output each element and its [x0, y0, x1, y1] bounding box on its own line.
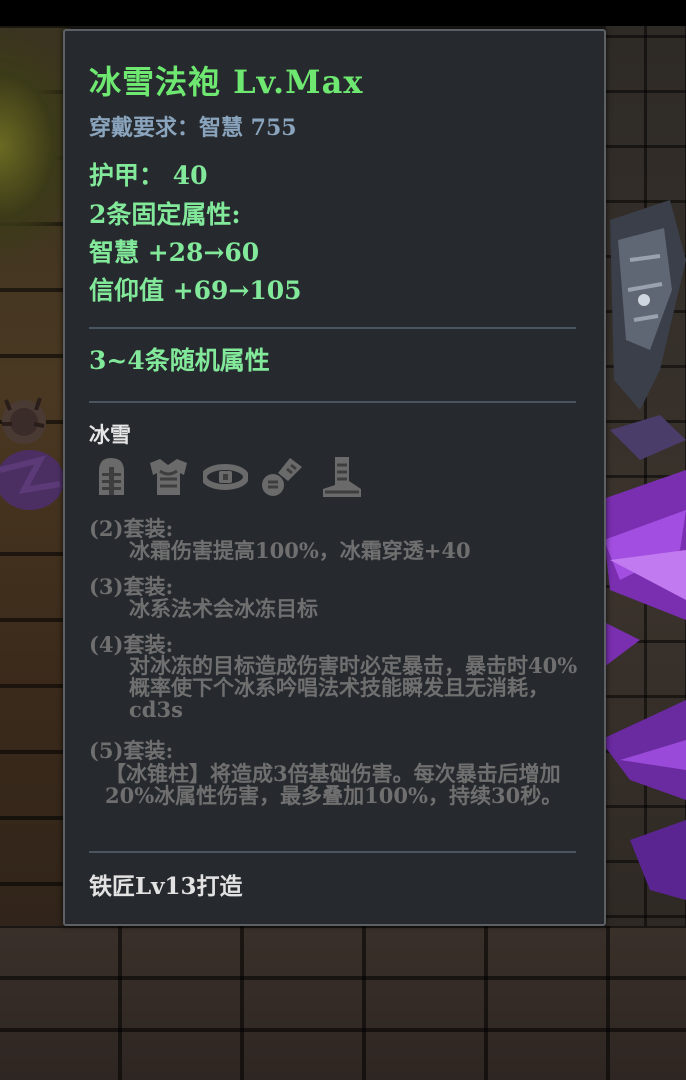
divider	[89, 327, 576, 329]
set-bonus-2-text: 冰霜伤害提高100%，冰霜穿透+40	[129, 538, 471, 563]
boss-monster-sprite	[600, 200, 686, 900]
helmet-icon	[99, 458, 124, 495]
set-bonus-3-text: 冰系法术会冰冻目标	[129, 596, 318, 621]
set-bonus-5-text: 【冰锥柱】将造成3倍基础伤害。每次暴击后增加20%冰属性伤害，最多叠加100%，…	[105, 761, 563, 808]
set-bonus-4-text: 对冰冻的目标造成伤害时必定暴击，暴击时40%概率使下个冰系吟唱法术技能瞬发且无消…	[129, 653, 578, 722]
enemy-sprite	[0, 397, 64, 510]
item-tooltip-panel: 冰雪法袍 Lv.Max 穿戴要求：智慧 755 护甲： 40 2条固定属性: 智…	[63, 29, 606, 926]
armor-value: 护甲： 40	[89, 161, 208, 190]
divider	[89, 401, 576, 403]
dungeon-floor-left	[0, 26, 70, 1080]
crafted-by: 铁匠Lv13打造	[89, 873, 243, 900]
gloves-icon	[262, 458, 302, 496]
boots-icon	[323, 457, 361, 497]
top-bar	[0, 0, 686, 26]
set-name: 冰雪	[89, 422, 131, 447]
fixed-attributes-header: 2条固定属性:	[89, 200, 241, 229]
fixed-attribute-faith: 信仰值 +69→105	[89, 276, 302, 305]
wear-requirement: 穿戴要求：智慧 755	[89, 115, 297, 141]
set-piece-icons	[89, 454, 362, 500]
chest-armor-icon	[150, 459, 187, 495]
fixed-attribute-wisdom: 智慧 +28→60	[89, 238, 260, 267]
random-attributes-label: 3~4条随机属性	[89, 346, 270, 375]
dungeon-floor-bottom	[0, 926, 686, 1080]
belt-icon	[203, 464, 248, 490]
item-title: 冰雪法袍 Lv.Max	[89, 63, 364, 101]
divider	[89, 851, 576, 853]
